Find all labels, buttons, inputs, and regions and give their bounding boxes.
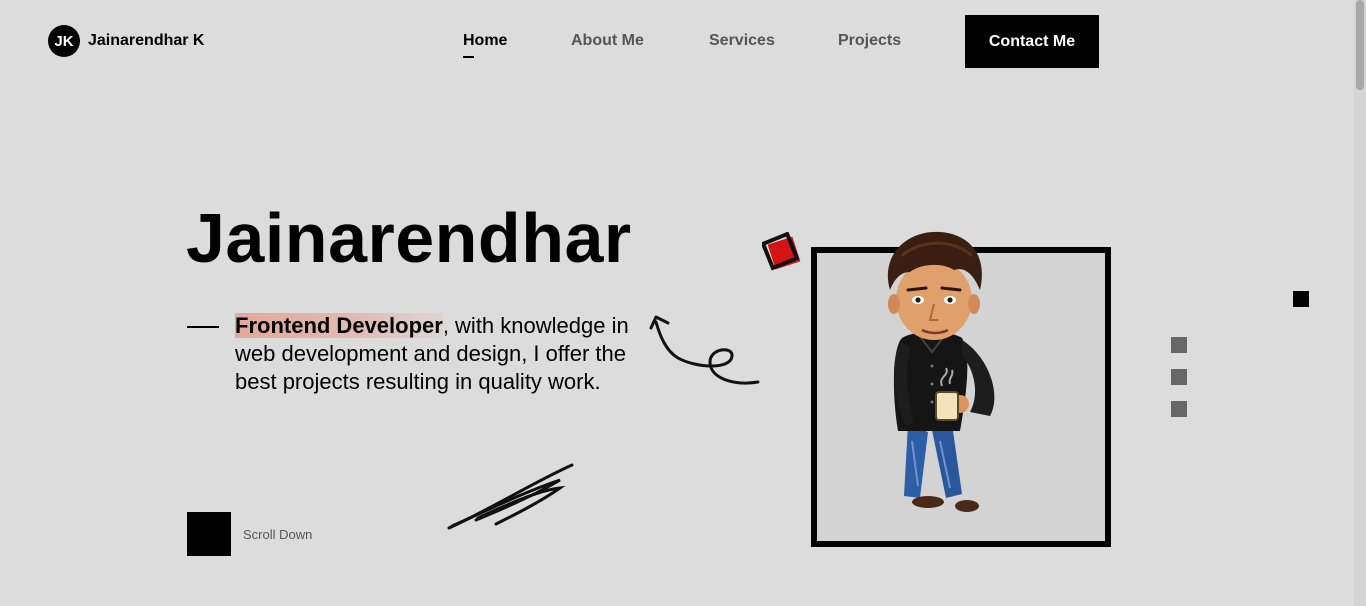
hero-dash: [187, 326, 219, 328]
hero-title: Jainarendhar: [186, 199, 632, 277]
deco-square-gray-3: [1171, 401, 1187, 417]
deco-square-gray-1: [1171, 337, 1187, 353]
nav-about-label: About Me: [571, 32, 644, 49]
nav-services[interactable]: Services: [709, 32, 775, 50]
logo[interactable]: JK Jainarendhar K: [48, 25, 204, 57]
contact-me-button[interactable]: Contact Me: [965, 15, 1099, 68]
logo-name: Jainarendhar K: [88, 32, 205, 49]
role-highlight: Frontend Developer: [235, 313, 443, 338]
nav-projects[interactable]: Projects: [838, 32, 901, 50]
deco-square-black: [1293, 291, 1309, 307]
avatar-illustration: [887, 231, 995, 512]
nav-about-me[interactable]: About Me: [571, 32, 644, 50]
nav-services-label: Services: [709, 32, 775, 49]
nav-projects-label: Projects: [838, 32, 902, 49]
scrollbar[interactable]: [1354, 0, 1366, 606]
red-square-icon: [762, 232, 801, 271]
nav-active-underline: [463, 56, 474, 58]
scribble-icon: [447, 463, 574, 530]
nav-home-label: Home: [463, 32, 508, 49]
scroll-down-box[interactable]: [187, 512, 231, 556]
nav-home[interactable]: Home: [463, 32, 508, 58]
hero-description: Frontend Developer, with knowledge in we…: [235, 312, 665, 396]
scrollbar-thumb[interactable]: [1356, 0, 1364, 90]
curl-arrow-icon: [649, 315, 760, 385]
scroll-down-label[interactable]: Scroll Down: [243, 527, 312, 542]
deco-square-gray-2: [1171, 369, 1187, 385]
logo-badge: JK: [48, 25, 80, 57]
